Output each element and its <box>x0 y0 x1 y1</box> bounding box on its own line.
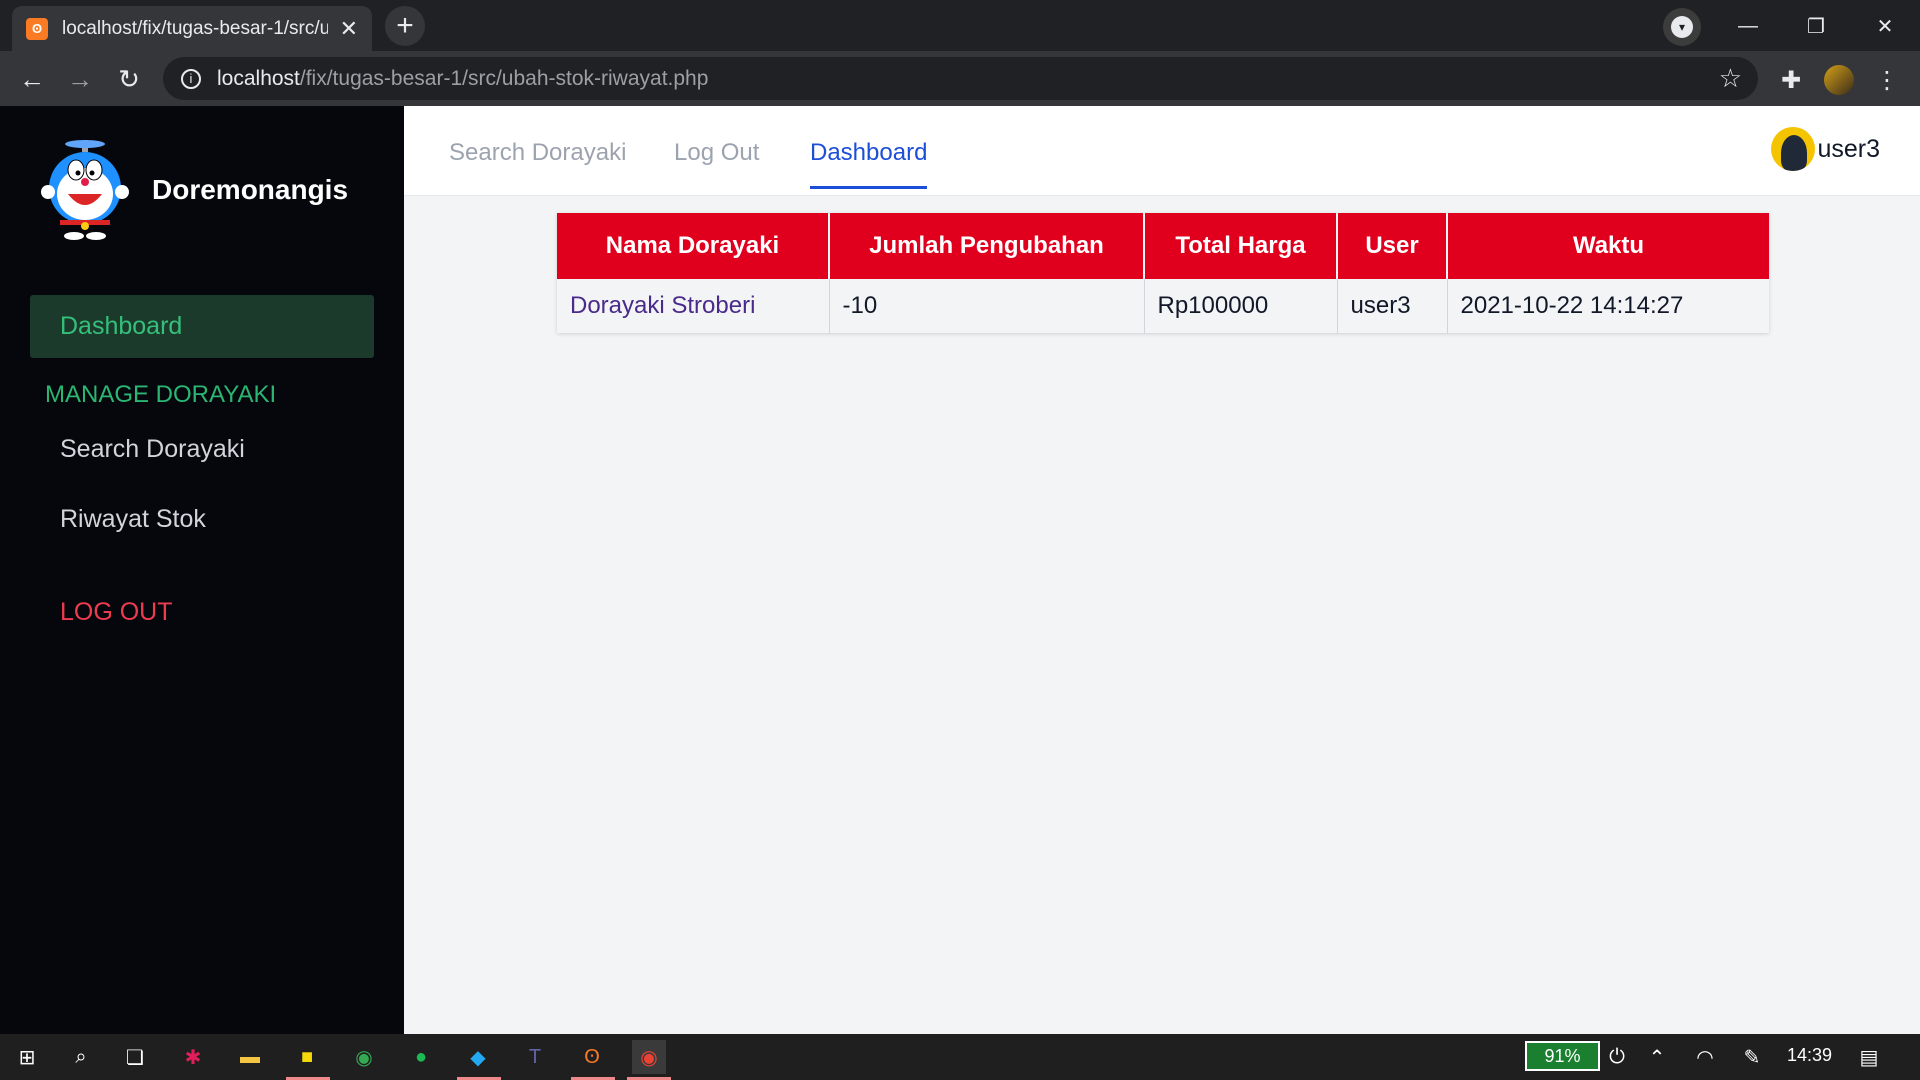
chrome-icon[interactable]: ◉ <box>347 1040 381 1074</box>
column-header: Waktu <box>1447 213 1769 279</box>
nav-log-out[interactable]: Log Out <box>674 139 759 167</box>
table-header-row: Nama Dorayaki Jumlah Pengubahan Total Ha… <box>557 213 1769 279</box>
doraemon-logo-icon <box>40 140 130 240</box>
windows-start-icon[interactable]: ⊞ <box>10 1040 44 1074</box>
notifications-icon[interactable]: ▤ <box>1852 1040 1886 1074</box>
browser-tab-strip: ʘ localhost/fix/tugas-besar-1/src/u ✕ + … <box>0 0 1920 51</box>
profile-avatar[interactable] <box>1820 61 1858 99</box>
extensions-puzzle-icon[interactable]: ✚ <box>1772 61 1810 99</box>
avatar <box>1771 127 1816 171</box>
file-explorer-icon[interactable]: ▬ <box>233 1040 267 1074</box>
table-row: Dorayaki Stroberi -10 Rp100000 user3 202… <box>557 279 1769 333</box>
user-menu[interactable]: user3 <box>1771 127 1880 171</box>
sidebar-section-title: MANAGE DORAYAKI <box>45 381 277 408</box>
column-header: Total Harga <box>1144 213 1338 279</box>
main-content: Search Dorayaki Log Out Dashboard user3 … <box>404 106 1920 1034</box>
close-window-button[interactable]: ✕ <box>1855 6 1915 46</box>
nav-search-dorayaki[interactable]: Search Dorayaki <box>449 139 626 167</box>
teams-icon[interactable]: T <box>518 1040 552 1074</box>
column-header: User <box>1337 213 1448 279</box>
windows-taskbar: ⊞ ⌕ ❏ ✱ ▬ ■ ◉ ● ◆ T ʘ ◉ 91% ⏻ ⌃ ◠ ✎ 14:3… <box>0 1034 1920 1080</box>
back-arrow-icon[interactable]: ← <box>13 60 51 98</box>
info-icon[interactable]: i <box>181 68 201 89</box>
xampp-icon[interactable]: ʘ <box>575 1040 609 1074</box>
browser-tab[interactable]: ʘ localhost/fix/tugas-besar-1/src/u ✕ <box>12 6 372 51</box>
column-header: Nama Dorayaki <box>557 213 830 279</box>
slack-icon[interactable]: ✱ <box>176 1040 210 1074</box>
column-header: Jumlah Pengubahan <box>829 213 1145 279</box>
chevron-down-icon: ▾ <box>1671 16 1693 38</box>
address-bar[interactable]: i localhost/fix/tugas-besar-1/src/ubah-s… <box>163 57 1758 100</box>
brand-name: Doremonangis <box>152 174 349 205</box>
cell-jumlah-pengubahan: -10 <box>829 279 1145 333</box>
brand[interactable]: Doremonangis <box>40 140 348 240</box>
cell-waktu: 2021-10-22 14:14:27 <box>1447 279 1769 333</box>
url-path: /fix/tugas-besar-1/src/ubah-stok-riwayat… <box>299 66 709 90</box>
reload-icon[interactable]: ↻ <box>110 60 148 98</box>
clock[interactable]: 14:39 <box>1787 1045 1832 1066</box>
close-tab-icon[interactable]: ✕ <box>340 16 358 42</box>
url-host: localhost <box>217 66 300 90</box>
minimize-button[interactable]: — <box>1718 6 1778 46</box>
sidebar-item-dashboard[interactable]: Dashboard <box>30 295 374 358</box>
browser-toolbar: ← → ↻ i localhost/fix/tugas-besar-1/src/… <box>0 51 1920 106</box>
wifi-icon[interactable]: ◠ <box>1688 1040 1722 1074</box>
nav-dashboard[interactable]: Dashboard <box>810 139 928 189</box>
tab-title: localhost/fix/tugas-besar-1/src/u <box>62 17 328 39</box>
battery-indicator[interactable]: 91% <box>1525 1041 1600 1071</box>
cell-user: user3 <box>1337 279 1448 333</box>
task-view-icon[interactable]: ❏ <box>118 1040 152 1074</box>
page-viewport: Doremonangis Dashboard MANAGE DORAYAKI S… <box>0 106 1920 1034</box>
chrome-active-icon[interactable]: ◉ <box>632 1040 666 1074</box>
power-plug-icon[interactable]: ⏻ <box>1600 1040 1634 1074</box>
sidebar-item-riwayat-stok[interactable]: Riwayat Stok <box>60 505 206 534</box>
top-nav: Search Dorayaki Log Out Dashboard user3 <box>404 106 1920 196</box>
search-icon[interactable]: ⌕ <box>64 1040 98 1074</box>
spotify-icon[interactable]: ● <box>404 1040 438 1074</box>
xampp-favicon-icon: ʘ <box>26 17 48 40</box>
cell-total-harga: Rp100000 <box>1144 279 1338 333</box>
vscode-icon[interactable]: ◆ <box>461 1040 495 1074</box>
menu-kebab-icon[interactable]: ⋮ <box>1868 61 1906 99</box>
new-tab-button[interactable]: + <box>385 6 425 46</box>
cell-nama-dorayaki[interactable]: Dorayaki Stroberi <box>557 279 830 333</box>
sidebar-logout[interactable]: LOG OUT <box>60 598 173 627</box>
sidebar: Doremonangis Dashboard MANAGE DORAYAKI S… <box>0 106 404 1034</box>
tab-search-button[interactable]: ▾ <box>1663 8 1701 46</box>
sidebar-item-search-dorayaki[interactable]: Search Dorayaki <box>60 435 245 464</box>
pen-icon[interactable]: ✎ <box>1735 1040 1769 1074</box>
username: user3 <box>1817 134 1880 163</box>
restore-button[interactable]: ❐ <box>1786 6 1846 46</box>
forward-arrow-icon[interactable]: → <box>61 60 99 98</box>
chevron-up-icon[interactable]: ⌃ <box>1640 1040 1674 1074</box>
sticky-notes-icon[interactable]: ■ <box>290 1040 324 1074</box>
bookmark-star-icon[interactable]: ☆ <box>1719 63 1742 94</box>
riwayat-stok-table: Nama Dorayaki Jumlah Pengubahan Total Ha… <box>557 213 1769 333</box>
